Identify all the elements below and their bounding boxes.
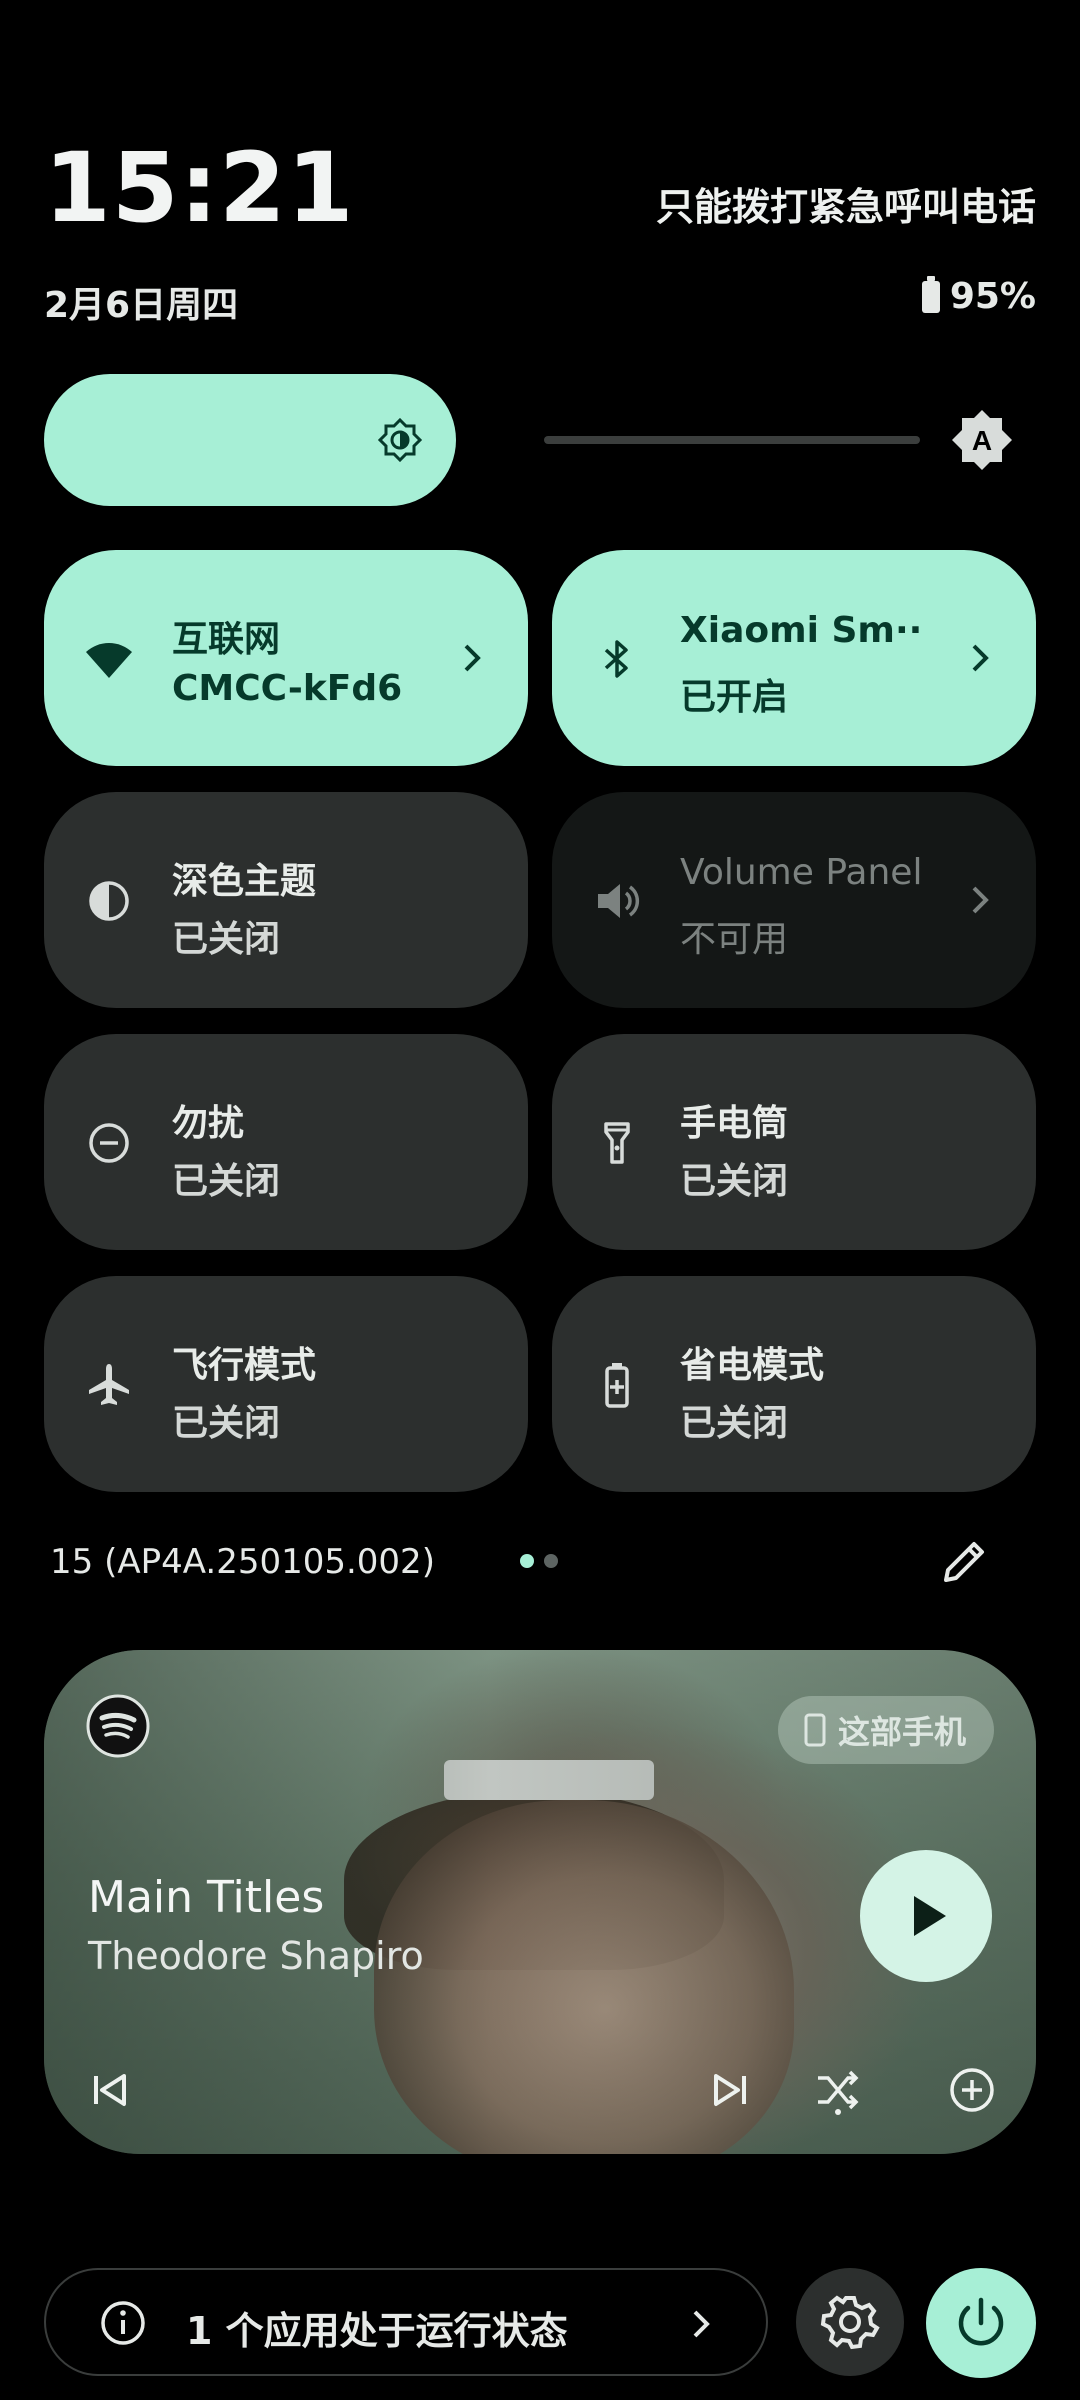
- phone-icon: [804, 1713, 826, 1747]
- tile-state: 已关闭: [680, 1403, 789, 1444]
- network-status: 只能拨打紧急呼叫电话: [655, 185, 1036, 229]
- chevron-right-icon[interactable]: [962, 638, 998, 678]
- build-number[interactable]: 15 (AP4A.250105.002): [50, 1542, 435, 1582]
- tile-dark-theme[interactable]: 深色主题 已关闭: [44, 792, 528, 1008]
- output-device-chip[interactable]: 这部手机: [777, 1696, 994, 1764]
- tile-label: 省电模式: [680, 1345, 825, 1386]
- track-title: Main Titles: [88, 1872, 325, 1923]
- previous-track-icon[interactable]: [84, 2064, 136, 2116]
- running-apps-button[interactable]: 1 个应用处于运行状态: [44, 2268, 768, 2376]
- brightness-track: [544, 436, 920, 444]
- tile-battery-saver[interactable]: 省电模式 已关闭: [552, 1276, 1036, 1492]
- settings-button[interactable]: [796, 2268, 904, 2376]
- chevron-right-icon: [693, 2310, 710, 2338]
- tile-state: 已关闭: [172, 919, 281, 960]
- tile-internet[interactable]: 互联网 CMCC-kFd6: [44, 550, 528, 766]
- gear-icon: [820, 2295, 880, 2350]
- add-to-library-icon[interactable]: [946, 2064, 998, 2116]
- battery-saver-icon: [605, 1363, 629, 1408]
- tile-label: 深色主题: [172, 861, 317, 902]
- running-apps-label: 1 个应用处于运行状态: [186, 2309, 568, 2353]
- spotify-icon[interactable]: [86, 1694, 150, 1758]
- play-icon: [914, 1896, 946, 1936]
- battery-icon: [921, 275, 940, 313]
- date[interactable]: 2月6日周四: [44, 276, 238, 328]
- tile-do-not-disturb[interactable]: 勿扰 已关闭: [44, 1034, 528, 1250]
- brightness-slider[interactable]: [44, 374, 920, 506]
- tile-label: 手电筒: [680, 1103, 789, 1144]
- brightness-icon: [378, 418, 422, 462]
- chevron-right-icon[interactable]: [454, 638, 490, 678]
- page-dot: [544, 1554, 558, 1568]
- edit-icon[interactable]: [936, 1534, 992, 1590]
- tile-state: 已关闭: [680, 1161, 789, 1202]
- battery-percent: 95%: [949, 276, 1036, 317]
- shuffle-icon[interactable]: [812, 2064, 864, 2116]
- tile-label: Volume Panel: [680, 852, 923, 893]
- tile-state: 已关闭: [172, 1403, 281, 1444]
- tile-bluetooth[interactable]: Xiaomi Sm·· 已开启: [552, 550, 1036, 766]
- next-track-icon[interactable]: [704, 2064, 756, 2116]
- media-player[interactable]: 这部手机 Main Titles Theodore Shapiro: [44, 1650, 1036, 2154]
- clock[interactable]: 15:21: [44, 140, 355, 236]
- airplane-icon: [89, 1364, 129, 1405]
- tile-volume-panel[interactable]: Volume Panel 不可用: [552, 792, 1036, 1008]
- tile-state: 已开启: [680, 677, 789, 718]
- page-indicator: [520, 1554, 558, 1568]
- tile-label: 互联网: [172, 619, 281, 660]
- tile-airplane-mode[interactable]: 飞行模式 已关闭: [44, 1276, 528, 1492]
- output-device-label: 这部手机: [837, 1713, 966, 1751]
- tile-label: Xiaomi Sm··: [680, 610, 923, 651]
- auto-brightness-icon[interactable]: A: [950, 408, 1014, 472]
- tile-label: 飞行模式: [172, 1345, 317, 1386]
- tile-state: 已关闭: [172, 1161, 281, 1202]
- tile-state: CMCC-kFd6: [172, 668, 403, 709]
- power-icon: [958, 2297, 1004, 2346]
- chevron-right-icon[interactable]: [962, 880, 998, 920]
- page-dot: [520, 1554, 534, 1568]
- tile-state: 不可用: [680, 919, 789, 960]
- flashlight-icon: [604, 1122, 630, 1164]
- tile-flashlight[interactable]: 手电筒 已关闭: [552, 1034, 1036, 1250]
- power-button[interactable]: [926, 2268, 1036, 2378]
- svg-text:A: A: [972, 425, 992, 456]
- dark-theme-icon: [89, 881, 129, 921]
- brightness-fill[interactable]: [44, 374, 456, 506]
- bluetooth-icon: [604, 640, 628, 678]
- volume-icon: [598, 884, 640, 918]
- wifi-icon: [86, 643, 132, 678]
- tile-label: 勿扰: [172, 1103, 245, 1144]
- play-button[interactable]: [860, 1850, 992, 1982]
- info-icon: [101, 2301, 145, 2345]
- track-artist: Theodore Shapiro: [88, 1934, 424, 1978]
- do-not-disturb-icon: [89, 1123, 129, 1163]
- battery-status: 95%: [921, 275, 1036, 317]
